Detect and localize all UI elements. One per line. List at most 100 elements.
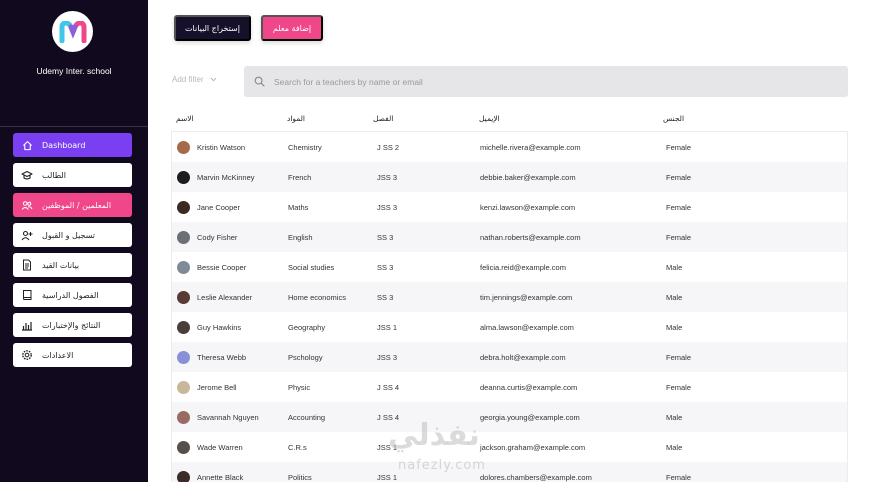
graduation-cap-icon xyxy=(20,168,34,182)
search-input[interactable] xyxy=(274,76,774,87)
document-icon xyxy=(20,258,34,272)
email-cell: deanna.curtis@example.com xyxy=(480,382,578,392)
teacher-name: Savannah Nguyen xyxy=(197,412,259,422)
class-cell: J SS 4 xyxy=(377,412,400,422)
column-header-class: الفصل xyxy=(373,114,394,123)
class-cell: JSS 1 xyxy=(377,472,398,482)
email-cell: michelle.rivera@example.com xyxy=(480,142,581,152)
class-cell: JSS 3 xyxy=(377,352,398,362)
teacher-name-cell: Savannah Nguyen xyxy=(177,402,259,432)
add-filter-dropdown[interactable]: Add filter xyxy=(172,75,217,84)
sidebar-item-settings[interactable]: الاعدادات xyxy=(13,343,132,367)
teacher-name-cell: Wade Warren xyxy=(177,432,243,462)
table-row[interactable]: Jane Cooper Maths JSS 3 kenzi.lawson@exa… xyxy=(172,192,847,222)
table-row[interactable]: Jerome Bell Physic J SS 4 deanna.curtis@… xyxy=(172,372,847,402)
subject-cell: Maths xyxy=(288,202,309,212)
sidebar-item-results-exams[interactable]: النتائج والإختبارات xyxy=(13,313,132,337)
avatar xyxy=(177,140,190,154)
class-cell: SS 3 xyxy=(377,262,394,272)
gender-cell: Female xyxy=(666,352,692,362)
table-row[interactable]: Theresa Webb Pschology JSS 3 debra.holt@… xyxy=(172,342,847,372)
sidebar-item-students[interactable]: الطالب xyxy=(13,163,132,187)
avatar xyxy=(177,200,190,214)
gender-cell: Male xyxy=(666,292,683,302)
teacher-name: Jane Cooper xyxy=(197,202,240,212)
sidebar-item-enrollment-data[interactable]: بيانات القيد xyxy=(13,253,132,277)
avatar xyxy=(177,440,190,454)
teacher-name: Jerome Bell xyxy=(197,382,237,392)
sidebar-item-label: بيانات القيد xyxy=(42,260,80,270)
table-row[interactable]: Bessie Cooper Social studies SS 3 felici… xyxy=(172,252,847,282)
school-name: Udemy Inter. school xyxy=(36,66,112,76)
column-header-name: الاسم xyxy=(176,114,194,123)
subject-cell: Pschology xyxy=(288,352,323,362)
gender-cell: Male xyxy=(666,442,683,452)
subject-cell: C.R.s xyxy=(288,442,307,452)
table-row[interactable]: Cody Fisher English SS 3 nathan.roberts@… xyxy=(172,222,847,252)
sidebar-item-classes[interactable]: الفصول الدراسية xyxy=(13,283,132,307)
sidebar-item-label: الاعدادات xyxy=(42,350,74,360)
table-row[interactable]: Leslie Alexander Home economics SS 3 tim… xyxy=(172,282,847,312)
class-cell: JSS 1 xyxy=(377,322,398,332)
class-cell: JSS 3 xyxy=(377,202,398,212)
teacher-name: Theresa Webb xyxy=(197,352,247,362)
subject-cell: Social studies xyxy=(288,262,335,272)
teacher-name-cell: Bessie Cooper xyxy=(177,252,246,282)
avatar xyxy=(177,260,190,274)
table-row[interactable]: Savannah Nguyen Accounting J SS 4 georgi… xyxy=(172,402,847,432)
table-row[interactable]: Kristin Watson Chemistry J SS 2 michelle… xyxy=(172,132,847,162)
school-logo[interactable] xyxy=(52,11,93,52)
email-cell: debra.holt@example.com xyxy=(480,352,566,362)
add-user-icon xyxy=(20,228,34,242)
teacher-name-cell: Marvin McKinney xyxy=(177,162,255,192)
email-cell: felicia.reid@example.com xyxy=(480,262,566,272)
subject-cell: English xyxy=(288,232,313,242)
avatar xyxy=(177,410,190,424)
teachers-table: Kristin Watson Chemistry J SS 2 michelle… xyxy=(171,131,848,482)
table-row[interactable]: Wade Warren C.R.s JSS 1 jackson.graham@e… xyxy=(172,432,847,462)
teacher-name: Wade Warren xyxy=(197,442,243,452)
avatar xyxy=(177,380,190,394)
class-cell: SS 3 xyxy=(377,292,394,302)
email-cell: dolores.chambers@example.com xyxy=(480,472,592,482)
email-cell: nathan.roberts@example.com xyxy=(480,232,581,242)
sidebar-item-label: Dashboard xyxy=(42,140,86,150)
search-bar[interactable] xyxy=(244,66,848,97)
sidebar-item-label: الفصول الدراسية xyxy=(42,290,99,300)
table-row[interactable]: Guy Hawkins Geography JSS 1 alma.lawson@… xyxy=(172,312,847,342)
class-cell: JSS 1 xyxy=(377,442,398,452)
gender-cell: Female xyxy=(666,382,692,392)
chart-icon xyxy=(20,318,34,332)
sidebar-item-registration[interactable]: تسجيل و القبول xyxy=(13,223,132,247)
add-teacher-button[interactable]: إضافة معلم xyxy=(261,15,323,41)
extract-data-button[interactable]: إستخراج البيانات xyxy=(174,15,251,41)
teacher-name: Cody Fisher xyxy=(197,232,238,242)
home-icon xyxy=(20,138,34,152)
sidebar: Udemy Inter. school Dashboard الطالب الم… xyxy=(0,0,148,482)
sidebar-item-teachers-staff[interactable]: المعلمين / الموظفين xyxy=(13,193,132,217)
subject-cell: Chemistry xyxy=(288,142,322,152)
sidebar-item-dashboard[interactable]: Dashboard xyxy=(13,133,132,157)
class-cell: J SS 2 xyxy=(377,142,400,152)
teacher-name-cell: Jane Cooper xyxy=(177,192,240,222)
teacher-name-cell: Theresa Webb xyxy=(177,342,246,372)
email-cell: georgia.young@example.com xyxy=(480,412,580,422)
gender-cell: Female xyxy=(666,472,692,482)
table-row[interactable]: Annette Black Politics JSS 1 dolores.cha… xyxy=(172,462,847,482)
class-cell: SS 3 xyxy=(377,232,394,242)
column-header-subject: المواد xyxy=(287,114,306,123)
logo-m-icon xyxy=(59,20,86,43)
book-icon xyxy=(20,288,34,302)
gender-cell: Male xyxy=(666,412,683,422)
avatar xyxy=(177,320,190,334)
sidebar-nav: Dashboard الطالب المعلمين / الموظفين تسج… xyxy=(13,133,132,373)
email-cell: alma.lawson@example.com xyxy=(480,322,574,332)
table-row[interactable]: Marvin McKinney French JSS 3 debbie.bake… xyxy=(172,162,847,192)
teacher-name: Annette Black xyxy=(197,472,244,482)
gender-cell: Female xyxy=(666,172,692,182)
teacher-name: Marvin McKinney xyxy=(197,172,255,182)
email-cell: kenzi.lawson@example.com xyxy=(480,202,576,212)
teacher-name-cell: Jerome Bell xyxy=(177,372,237,402)
subject-cell: French xyxy=(288,172,312,182)
avatar xyxy=(177,290,190,304)
